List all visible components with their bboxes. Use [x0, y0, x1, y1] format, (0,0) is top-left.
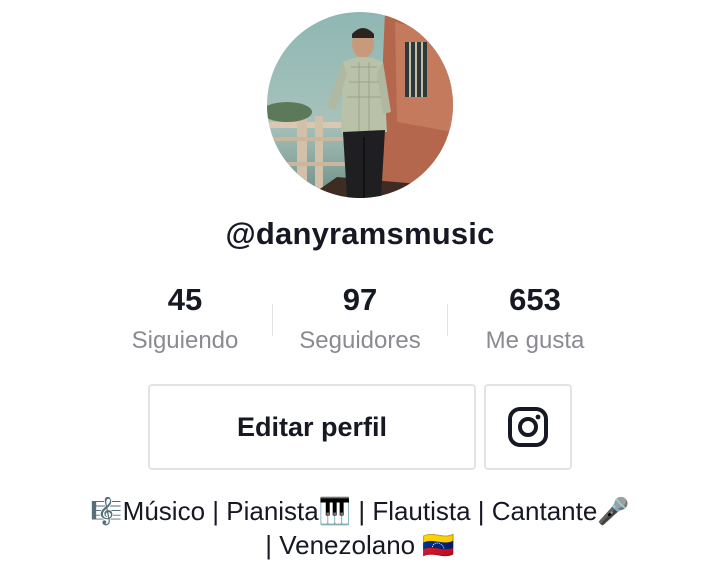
stat-following-label: Siguiendo: [131, 327, 239, 354]
stat-divider: [272, 304, 273, 336]
avatar[interactable]: [267, 12, 453, 198]
stat-followers-label: Seguidores: [299, 327, 421, 354]
stat-following[interactable]: 45 Siguiendo: [100, 280, 270, 356]
bio-line-1: 🎼Músico | Pianista🎹 | Flautista | Cantan…: [90, 496, 630, 526]
profile-username: @danyramsmusic: [225, 216, 495, 251]
stat-following-count: 45: [167, 282, 203, 317]
stat-likes[interactable]: 653 Me gusta: [450, 280, 620, 356]
edit-profile-button[interactable]: Editar perfil: [148, 384, 476, 470]
instagram-icon: [508, 407, 548, 447]
avatar-photo: [267, 12, 453, 198]
stat-followers-count: 97: [342, 282, 378, 317]
stat-divider: [447, 304, 448, 336]
bio-line-2: | Venezolano 🇻🇪: [265, 530, 455, 560]
instagram-button[interactable]: [484, 384, 572, 470]
stat-followers[interactable]: 97 Seguidores: [275, 280, 445, 356]
stat-likes-count: 653: [509, 282, 561, 317]
profile-bio: 🎼Músico | Pianista🎹 | Flautista | Cantan…: [60, 494, 660, 562]
stat-likes-label: Me gusta: [485, 327, 585, 354]
